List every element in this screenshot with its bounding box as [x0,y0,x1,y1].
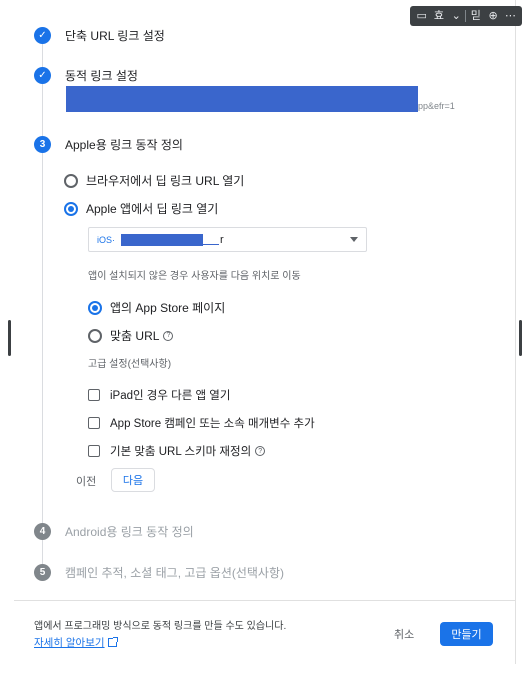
floating-toolbar: ▭ 효 ⌄ 믿 ⊕ ⋯ [410,6,522,26]
step-3: 3 Apple용 링크 동작 정의 [34,136,183,153]
help-icon[interactable]: ? [163,330,174,341]
chevron-down-icon [350,237,358,242]
ios-tag: iOS· [97,234,115,245]
radio-button-selected-icon [88,300,102,315]
step-number: 3 [34,136,51,153]
bottom-strip [0,664,524,688]
step-connector [42,44,43,68]
dropdown-icon[interactable]: ⌄ [448,8,464,24]
step-number: 4 [34,523,51,540]
create-button[interactable]: 만들기 [440,622,493,646]
step-4[interactable]: 4 Android용 링크 동작 정의 [34,523,194,540]
external-link-icon [107,637,118,647]
next-button[interactable]: 다음 [111,468,155,492]
radio-button-icon [88,328,102,343]
radio-open-in-apple-app[interactable]: Apple 앱에서 딥 링크 열기 [64,200,218,217]
radio-label: 앱의 App Store 페이지 [110,301,226,315]
step-connector [42,153,43,523]
check-icon: ✓ [34,27,51,44]
step-3-title: Apple용 링크 동작 정의 [65,138,183,152]
checkbox-appstore-campaign[interactable]: App Store 캠페인 또는 소속 매개변수 추가 [88,415,315,431]
radio-open-in-browser[interactable]: 브라우저에서 딥 링크 URL 열기 [64,172,244,189]
radio-custom-url[interactable]: 맞춤 URL ? [88,327,174,344]
footer-info-text: 앱에서 프로그래밍 방식으로 동적 링크를 만들 수도 있습니다. [34,621,287,632]
learn-more-label: 자세히 알아보기 [34,637,105,649]
step-4-title: Android용 링크 동작 정의 [65,525,194,539]
checkbox-label: 기본 맞춤 URL 스키마 재정의 [110,446,252,458]
app-name-tail: r [220,233,224,246]
more-icon[interactable]: ⋯ [502,8,518,24]
redacted-url [66,86,418,112]
step-1-title: 단축 URL 링크 설정 [65,29,165,43]
step-2[interactable]: ✓ 동적 링크 설정 [34,67,138,84]
cancel-button[interactable]: 취소 [394,626,414,642]
download-icon[interactable]: ⊕ [485,8,501,24]
checkbox-ipad-app[interactable]: iPad인 경우 다른 앱 열기 [88,387,230,403]
checkbox-icon [88,417,100,429]
checkbox-custom-scheme[interactable]: 기본 맞춤 URL 스키마 재정의 ? [88,443,266,459]
radio-button-selected-icon [64,201,78,216]
note-icon[interactable]: 믿 [468,8,484,24]
radio-app-store-page[interactable]: 앱의 App Store 페이지 [88,299,225,316]
learn-more-link[interactable]: 자세히 알아보기 [34,635,118,650]
ios-app-select[interactable]: iOS· r [88,227,367,252]
step-2-title: 동적 링크 설정 [65,69,138,83]
not-installed-hint: 앱이 설치되지 않은 경우 사용자를 다음 위치로 이동 [88,271,301,282]
left-resize-handle[interactable] [8,320,11,356]
redacted-app-name-underline [203,244,219,245]
radio-label: 맞춤 URL [110,329,160,343]
step-1[interactable]: ✓ 단축 URL 링크 설정 [34,27,165,44]
help-icon[interactable]: ? [255,446,266,456]
checkbox-label: App Store 캠페인 또는 소속 매개변수 추가 [110,418,315,430]
footer-divider [14,600,516,601]
step-connector [42,84,43,136]
check-icon: ✓ [34,67,51,84]
checkbox-label: iPad인 경우 다른 앱 열기 [110,390,231,402]
comment-icon[interactable]: ▭ [414,8,430,24]
right-resize-handle[interactable] [519,320,522,356]
checkbox-icon [88,389,100,401]
step-5-title: 캠페인 추적, 소셜 태그, 고급 옵션(선택사항) [65,566,285,580]
step-connector [42,540,43,564]
radio-label: Apple 앱에서 딥 링크 열기 [86,202,219,216]
prev-button[interactable]: 이전 [76,473,96,489]
toolbar-divider [465,10,467,22]
radio-label: 브라우저에서 딥 링크 URL 열기 [86,174,245,188]
advanced-settings-label: 고급 설정(선택사항) [88,359,172,370]
text-icon[interactable]: 효 [431,8,447,24]
dynamic-link-url-tail: pp&efr=1 [418,101,455,111]
radio-button-icon [64,173,78,188]
checkbox-icon [88,445,100,457]
step-5[interactable]: 5 캠페인 추적, 소셜 태그, 고급 옵션(선택사항) [34,564,284,581]
redacted-app-name [121,233,203,246]
step-number: 5 [34,564,51,581]
